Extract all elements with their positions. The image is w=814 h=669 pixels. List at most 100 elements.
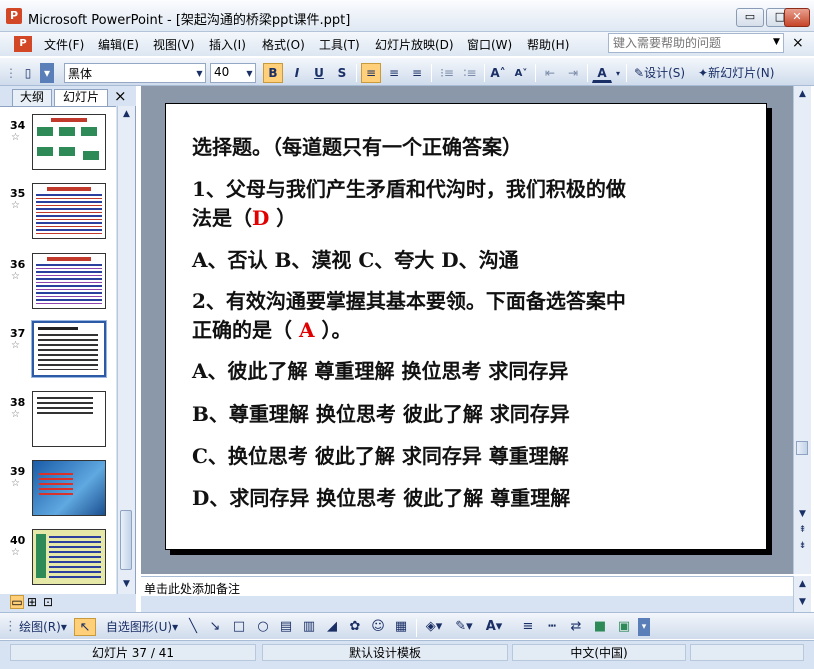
question-1-options: A、否认 B、漠视 C、夸大 D、沟通 [192,248,519,272]
pane-close-icon[interactable]: × [114,87,127,105]
scroll-thumb[interactable] [796,441,808,455]
wordart-icon[interactable]: ◢ [323,618,341,636]
menu-tools[interactable]: 工具(T) [319,36,360,53]
separator [356,64,357,82]
menu-help[interactable]: 帮助(H) [527,36,569,53]
separator [416,619,417,637]
draw-menu-button[interactable]: 绘图(R)▾ [14,618,72,636]
scroll-thumb[interactable] [120,510,132,570]
previous-slide-icon[interactable]: ⇞ [795,522,810,538]
diagram-icon[interactable]: ✿ [346,618,364,636]
decrease-font-icon[interactable]: A˅ [511,63,531,83]
thumbnail-list: 34 ☆ 35 ☆ 36 ☆ 37 ☆ 38 ☆ 39 ☆ 40 ☆ [0,106,116,594]
scroll-down-icon[interactable]: ▼ [119,576,134,592]
scroll-up-icon[interactable]: ▲ [119,106,134,122]
document-close-icon[interactable]: × [792,35,804,51]
scroll-down-icon[interactable]: ▼ [795,506,810,522]
decrease-indent-icon[interactable]: ⇤ [540,63,560,83]
menu-window[interactable]: 窗口(W) [467,36,512,53]
minimize-button[interactable]: ▭ [736,8,764,27]
chevron-down-icon[interactable]: ▼ [773,37,780,47]
line-icon[interactable]: ╲ [184,618,202,636]
toolbar-grip-icon[interactable]: ⋮ [4,63,17,83]
status-empty-cell [690,644,804,661]
menu-format[interactable]: 格式(O) [262,36,305,53]
notes-scrollbar[interactable]: ▲ ▼ [793,576,811,612]
animation-star-icon: ☆ [11,132,20,143]
document-icon[interactable]: P [14,36,32,52]
menu-slideshow[interactable]: 幻灯片放映(D) [375,36,454,53]
select-pointer-icon[interactable]: ↖ [74,618,96,636]
menu-insert[interactable]: 插入(I) [209,36,246,53]
next-slide-icon[interactable]: ⇟ [795,538,810,554]
font-color-icon[interactable]: A▾ [481,618,507,636]
notes-pane[interactable]: 单击此处添加备注 [141,576,793,596]
autoshapes-button[interactable]: 自选图形(U)▾ [104,618,180,636]
scroll-up-icon[interactable]: ▲ [795,86,810,102]
bold-button[interactable]: B [263,63,283,83]
line-color-icon[interactable]: ✎▾ [451,618,477,636]
align-left-icon[interactable]: ≡ [361,63,381,83]
normal-view-icon[interactable]: ▭ [10,595,24,609]
slide-thumbnail-35[interactable] [32,183,106,239]
arrow-icon[interactable]: ↘ [206,618,224,636]
help-search-input[interactable] [608,33,784,53]
scroll-down-icon[interactable]: ▼ [795,594,810,610]
slide-thumbnail-39[interactable] [32,460,106,516]
font-color-icon[interactable]: A [592,63,612,83]
slide-thumbnail-34[interactable] [32,114,106,170]
new-slide-button[interactable]: ✦新幻灯片(N) [697,63,811,83]
dash-style-icon[interactable]: ┅ [543,618,561,636]
font-size-value: 40 [214,65,230,79]
textbox-icon[interactable]: ▤ [277,618,295,636]
3d-style-icon[interactable]: ▣ [615,618,633,636]
increase-font-icon[interactable]: A˄ [488,63,508,83]
tab-slides[interactable]: 幻灯片 [54,89,108,106]
slide-sorter-icon[interactable]: ⊞ [27,595,37,609]
arrow-style-icon[interactable]: ⇄ [567,618,585,636]
italic-button[interactable]: I [287,63,307,83]
increase-indent-icon[interactable]: ⇥ [563,63,583,83]
separator [484,64,485,82]
line-style-icon[interactable]: ≡ [519,618,537,636]
new-slide-label: 新幻灯片(N) [708,66,775,80]
new-document-icon[interactable]: ▯ [18,63,38,83]
bullets-icon[interactable]: ∶≡ [460,63,480,83]
toolbar-options-icon[interactable]: ▾ [638,618,650,636]
menu-view[interactable]: 视图(V) [153,36,195,53]
toolbar-options-icon[interactable]: ▾ [40,63,54,83]
toolbar-grip-icon[interactable]: ⋮ [4,618,17,636]
picture-icon[interactable]: ▦ [392,618,410,636]
slideshow-view-icon[interactable]: ⊡ [43,595,53,609]
font-dropdown-icon[interactable]: ▼ [193,63,206,83]
menu-file[interactable]: 文件(F) [44,36,84,53]
current-slide[interactable]: 选择题。（每道题只有一个正确答案） 1、父母与我们产生矛盾和代沟时，我们积极的做… [165,103,767,550]
clipart-icon[interactable]: ☺ [369,618,387,636]
numbering-icon[interactable]: ⁝≡ [437,63,457,83]
menu-edit[interactable]: 编辑(E) [98,36,139,53]
scroll-up-icon[interactable]: ▲ [795,576,810,592]
vertical-textbox-icon[interactable]: ▥ [300,618,318,636]
shadow-button[interactable]: S [332,63,352,83]
thumbnail-scrollbar[interactable]: ▲ ▼ [117,106,135,594]
align-right-icon[interactable]: ≡ [407,63,427,83]
oval-icon[interactable]: ○ [254,618,272,636]
underline-button[interactable]: U [309,63,329,83]
slide-thumbnail-38[interactable] [32,391,106,447]
design-button[interactable]: ✎设计(S) [633,63,693,83]
tab-outline[interactable]: 大纲 [12,89,52,106]
shadow-style-icon[interactable]: ■ [591,618,609,636]
font-name-field[interactable]: 黑体 [64,63,206,83]
align-center-icon[interactable]: ≡ [384,63,404,83]
design-template[interactable]: 默认设计模板 [262,644,508,661]
slide-thumbnail-40[interactable] [32,529,106,585]
size-dropdown-icon[interactable]: ▼ [243,63,256,83]
powerpoint-app-icon[interactable]: P [6,8,22,24]
slide-thumbnail-36[interactable] [32,253,106,309]
slide-thumbnail-37[interactable] [31,320,107,378]
rectangle-icon[interactable]: □ [230,618,248,636]
editor-scrollbar[interactable]: ▲ ▼ ⇞ ⇟ [793,86,811,574]
close-window-button[interactable]: ✕ [784,8,810,27]
fill-color-icon[interactable]: ◈▾ [421,618,447,636]
font-color-dropdown-icon[interactable]: ▾ [613,63,623,83]
